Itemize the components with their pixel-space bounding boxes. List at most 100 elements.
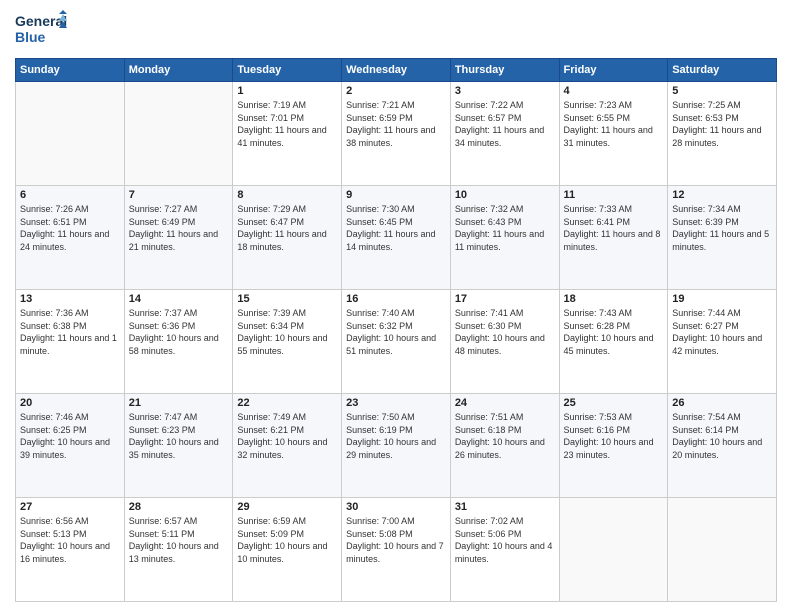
day-info: Sunrise: 7:46 AM Sunset: 6:25 PM Dayligh…: [20, 411, 120, 461]
day-info: Sunrise: 7:23 AM Sunset: 6:55 PM Dayligh…: [564, 99, 664, 149]
day-number: 1: [237, 85, 337, 97]
day-info: Sunrise: 7:32 AM Sunset: 6:43 PM Dayligh…: [455, 203, 555, 253]
calendar-day-cell: 1 Sunrise: 7:19 AM Sunset: 7:01 PM Daylig…: [233, 82, 342, 186]
weekday-header: Tuesday: [233, 59, 342, 82]
logo-svg: GeneralBlue: [15, 10, 70, 52]
weekday-header: Friday: [559, 59, 668, 82]
calendar-day-cell: 20 Sunrise: 7:46 AM Sunset: 6:25 PM Dayli…: [16, 394, 125, 498]
calendar-day-cell: 21 Sunrise: 7:47 AM Sunset: 6:23 PM Dayli…: [124, 394, 233, 498]
calendar-week-row: 27 Sunrise: 6:56 AM Sunset: 5:13 PM Dayli…: [16, 498, 777, 602]
day-info: Sunrise: 7:53 AM Sunset: 6:16 PM Dayligh…: [564, 411, 664, 461]
day-info: Sunrise: 7:34 AM Sunset: 6:39 PM Dayligh…: [672, 203, 772, 253]
calendar-day-cell: [124, 82, 233, 186]
day-number: 21: [129, 397, 229, 409]
svg-text:Blue: Blue: [15, 29, 46, 45]
calendar-day-cell: 31 Sunrise: 7:02 AM Sunset: 5:06 PM Dayli…: [450, 498, 559, 602]
calendar-day-cell: 18Sunrise: 7:43 AM Sunset: 6:28 PM Dayli…: [559, 290, 668, 394]
day-number: 3: [455, 85, 555, 97]
day-info: Sunrise: 7:37 AM Sunset: 6:36 PM Dayligh…: [129, 307, 229, 357]
day-info: Sunrise: 7:51 AM Sunset: 6:18 PM Dayligh…: [455, 411, 555, 461]
day-info: Sunrise: 6:57 AM Sunset: 5:11 PM Dayligh…: [129, 515, 229, 565]
calendar-day-cell: 23 Sunrise: 7:50 AM Sunset: 6:19 PM Dayli…: [342, 394, 451, 498]
day-number: 16: [346, 293, 446, 305]
calendar-day-cell: 30Sunrise: 7:00 AM Sunset: 5:08 PM Dayli…: [342, 498, 451, 602]
day-number: 12: [672, 189, 772, 201]
day-info: Sunrise: 7:00 AM Sunset: 5:08 PM Dayligh…: [346, 515, 446, 565]
calendar-day-cell: [668, 498, 777, 602]
day-number: 4: [564, 85, 664, 97]
calendar-day-cell: 6 Sunrise: 7:26 AM Sunset: 6:51 PM Daylig…: [16, 186, 125, 290]
calendar-week-row: 6 Sunrise: 7:26 AM Sunset: 6:51 PM Daylig…: [16, 186, 777, 290]
day-number: 13: [20, 293, 120, 305]
calendar-day-cell: [559, 498, 668, 602]
day-info: Sunrise: 7:26 AM Sunset: 6:51 PM Dayligh…: [20, 203, 120, 253]
calendar-day-cell: 28 Sunrise: 6:57 AM Sunset: 5:11 PM Dayli…: [124, 498, 233, 602]
day-info: Sunrise: 7:22 AM Sunset: 6:57 PM Dayligh…: [455, 99, 555, 149]
day-number: 31: [455, 501, 555, 513]
day-info: Sunrise: 7:50 AM Sunset: 6:19 PM Dayligh…: [346, 411, 446, 461]
day-info: Sunrise: 7:47 AM Sunset: 6:23 PM Dayligh…: [129, 411, 229, 461]
day-info: Sunrise: 7:19 AM Sunset: 7:01 PM Dayligh…: [237, 99, 337, 149]
day-info: Sunrise: 7:41 AM Sunset: 6:30 PM Dayligh…: [455, 307, 555, 357]
day-info: Sunrise: 6:56 AM Sunset: 5:13 PM Dayligh…: [20, 515, 120, 565]
day-number: 26: [672, 397, 772, 409]
day-info: Sunrise: 7:40 AM Sunset: 6:32 PM Dayligh…: [346, 307, 446, 357]
day-number: 5: [672, 85, 772, 97]
calendar-day-cell: 11 Sunrise: 7:33 AM Sunset: 6:41 PM Dayli…: [559, 186, 668, 290]
day-number: 29: [237, 501, 337, 513]
day-number: 6: [20, 189, 120, 201]
day-number: 2: [346, 85, 446, 97]
calendar-day-cell: 9 Sunrise: 7:30 AM Sunset: 6:45 PM Daylig…: [342, 186, 451, 290]
calendar-week-row: 20 Sunrise: 7:46 AM Sunset: 6:25 PM Dayli…: [16, 394, 777, 498]
day-number: 9: [346, 189, 446, 201]
calendar-day-cell: 27 Sunrise: 6:56 AM Sunset: 5:13 PM Dayli…: [16, 498, 125, 602]
day-number: 8: [237, 189, 337, 201]
calendar-day-cell: [16, 82, 125, 186]
weekday-header: Wednesday: [342, 59, 451, 82]
calendar-day-cell: 3 Sunrise: 7:22 AM Sunset: 6:57 PM Daylig…: [450, 82, 559, 186]
calendar-week-row: 1 Sunrise: 7:19 AM Sunset: 7:01 PM Daylig…: [16, 82, 777, 186]
weekday-header: Thursday: [450, 59, 559, 82]
day-number: 11: [564, 189, 664, 201]
logo: GeneralBlue: [15, 10, 70, 52]
calendar-day-cell: 25 Sunrise: 7:53 AM Sunset: 6:16 PM Dayli…: [559, 394, 668, 498]
day-info: Sunrise: 7:44 AM Sunset: 6:27 PM Dayligh…: [672, 307, 772, 357]
day-number: 28: [129, 501, 229, 513]
calendar-day-cell: 16 Sunrise: 7:40 AM Sunset: 6:32 PM Dayli…: [342, 290, 451, 394]
calendar-day-cell: 26Sunrise: 7:54 AM Sunset: 6:14 PM Dayli…: [668, 394, 777, 498]
calendar: SundayMondayTuesdayWednesdayThursdayFrid…: [15, 58, 777, 602]
calendar-week-row: 13 Sunrise: 7:36 AM Sunset: 6:38 PM Dayli…: [16, 290, 777, 394]
day-number: 25: [564, 397, 664, 409]
calendar-day-cell: 17 Sunrise: 7:41 AM Sunset: 6:30 PM Dayli…: [450, 290, 559, 394]
calendar-day-cell: 5Sunrise: 7:25 AM Sunset: 6:53 PM Daylig…: [668, 82, 777, 186]
calendar-day-cell: 15Sunrise: 7:39 AM Sunset: 6:34 PM Dayli…: [233, 290, 342, 394]
day-number: 17: [455, 293, 555, 305]
day-number: 15: [237, 293, 337, 305]
day-number: 14: [129, 293, 229, 305]
day-number: 27: [20, 501, 120, 513]
header: GeneralBlue: [15, 10, 777, 52]
page: GeneralBlue SundayMondayTuesdayWednesday…: [0, 0, 792, 612]
calendar-day-cell: 29Sunrise: 6:59 AM Sunset: 5:09 PM Dayli…: [233, 498, 342, 602]
day-number: 19: [672, 293, 772, 305]
weekday-header-row: SundayMondayTuesdayWednesdayThursdayFrid…: [16, 59, 777, 82]
day-number: 20: [20, 397, 120, 409]
day-info: Sunrise: 7:27 AM Sunset: 6:49 PM Dayligh…: [129, 203, 229, 253]
weekday-header: Saturday: [668, 59, 777, 82]
calendar-day-cell: 4 Sunrise: 7:23 AM Sunset: 6:55 PM Daylig…: [559, 82, 668, 186]
day-info: Sunrise: 7:49 AM Sunset: 6:21 PM Dayligh…: [237, 411, 337, 461]
calendar-day-cell: 7 Sunrise: 7:27 AM Sunset: 6:49 PM Daylig…: [124, 186, 233, 290]
day-number: 18: [564, 293, 664, 305]
weekday-header: Sunday: [16, 59, 125, 82]
calendar-day-cell: 14 Sunrise: 7:37 AM Sunset: 6:36 PM Dayli…: [124, 290, 233, 394]
day-info: Sunrise: 7:33 AM Sunset: 6:41 PM Dayligh…: [564, 203, 664, 253]
day-info: Sunrise: 7:30 AM Sunset: 6:45 PM Dayligh…: [346, 203, 446, 253]
calendar-day-cell: 13 Sunrise: 7:36 AM Sunset: 6:38 PM Dayli…: [16, 290, 125, 394]
calendar-day-cell: 12 Sunrise: 7:34 AM Sunset: 6:39 PM Dayli…: [668, 186, 777, 290]
day-number: 7: [129, 189, 229, 201]
day-number: 23: [346, 397, 446, 409]
day-info: Sunrise: 7:02 AM Sunset: 5:06 PM Dayligh…: [455, 515, 555, 565]
day-info: Sunrise: 7:36 AM Sunset: 6:38 PM Dayligh…: [20, 307, 120, 357]
calendar-day-cell: 24 Sunrise: 7:51 AM Sunset: 6:18 PM Dayli…: [450, 394, 559, 498]
day-number: 24: [455, 397, 555, 409]
